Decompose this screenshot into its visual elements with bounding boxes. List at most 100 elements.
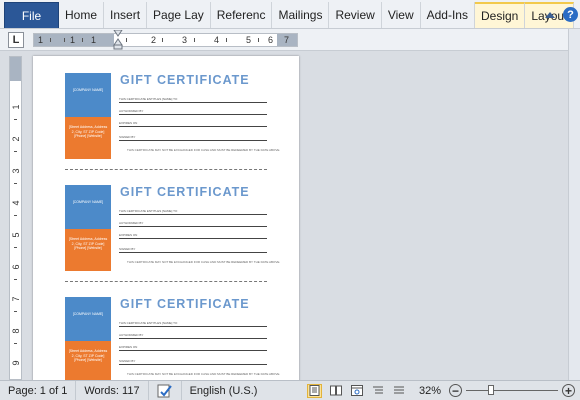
page-count[interactable]: Page: 1 of 1 bbox=[0, 380, 77, 400]
zoom-out-button[interactable]: − bbox=[449, 384, 462, 397]
ruler-tick bbox=[194, 38, 195, 42]
ruler-tick bbox=[14, 311, 17, 312]
vertical-ruler[interactable]: 1 2 3 4 5 6 7 8 9 bbox=[9, 56, 22, 380]
field-line bbox=[119, 238, 267, 239]
horizontal-ruler-bar: L 1 1 1 2 3 4 5 6 7 bbox=[0, 29, 580, 51]
ruler-number: 1 bbox=[38, 35, 44, 45]
word-count[interactable]: Words: 117 bbox=[76, 380, 149, 400]
ruler-tick bbox=[14, 247, 17, 248]
field-line bbox=[119, 338, 267, 339]
full-screen-reading-icon[interactable] bbox=[328, 384, 343, 398]
ruler-number: 8 bbox=[11, 328, 21, 334]
ruler-tick bbox=[14, 279, 17, 280]
tab-file[interactable]: File bbox=[4, 2, 59, 28]
zoom-in-button[interactable]: + bbox=[562, 384, 575, 397]
address-placeholder[interactable]: [Street Address, Address 2, City, ST ZIP… bbox=[68, 125, 108, 139]
proofing-icon[interactable] bbox=[149, 380, 182, 400]
ribbon-tab-bar: File Home Insert Page Lay Referenc Maili… bbox=[0, 0, 580, 29]
zoom-level[interactable]: 32% bbox=[419, 385, 449, 397]
outline-icon[interactable] bbox=[370, 384, 385, 398]
ruler-number: 4 bbox=[214, 35, 220, 45]
ruler-tick bbox=[226, 38, 227, 42]
tab-insert[interactable]: Insert bbox=[104, 2, 148, 28]
ruler-number: 7 bbox=[11, 296, 21, 302]
cut-line bbox=[65, 169, 267, 170]
tab-view[interactable]: View bbox=[382, 2, 421, 28]
ruler-number: 3 bbox=[182, 35, 188, 45]
field-label: EXPIRES ON bbox=[119, 345, 138, 349]
field-line bbox=[119, 102, 267, 103]
ruler-number: 7 bbox=[284, 35, 290, 45]
ruler-number: 6 bbox=[268, 35, 274, 45]
top-margin-area bbox=[10, 57, 21, 81]
company-name-placeholder[interactable]: [COMPANY NAME] bbox=[67, 312, 109, 316]
tab-home[interactable]: Home bbox=[59, 2, 105, 28]
company-block bbox=[65, 297, 111, 341]
certificate-title: GIFT CERTIFICATE bbox=[120, 297, 250, 311]
tab-review[interactable]: Review bbox=[329, 2, 382, 28]
ruler-tick bbox=[14, 215, 17, 216]
field-line bbox=[119, 126, 267, 127]
field-line bbox=[119, 114, 267, 115]
ruler-number: 1 bbox=[11, 104, 21, 110]
ruler-number: 9 bbox=[11, 360, 21, 366]
zoom-slider[interactable] bbox=[466, 385, 558, 395]
web-layout-icon[interactable] bbox=[349, 384, 364, 398]
ruler-tick bbox=[82, 38, 83, 42]
tab-page-layout[interactable]: Page Lay bbox=[147, 2, 211, 28]
ruler-tick bbox=[14, 183, 17, 184]
gift-certificate[interactable]: [COMPANY NAME] [Street Address, Address … bbox=[65, 297, 280, 380]
field-label: THIS CERTIFICATE ENTITLES [NAME] TO bbox=[119, 209, 178, 213]
print-layout-icon[interactable] bbox=[307, 383, 322, 398]
field-line bbox=[119, 350, 267, 351]
tab-mailings[interactable]: Mailings bbox=[272, 2, 330, 28]
gift-certificate[interactable]: [COMPANY NAME] [Street Address, Address … bbox=[65, 73, 280, 163]
gift-certificate[interactable]: [COMPANY NAME] [Street Address, Address … bbox=[65, 185, 280, 275]
certificate-title: GIFT CERTIFICATE bbox=[120, 185, 250, 199]
document-area[interactable]: [COMPANY NAME] [Street Address, Address … bbox=[23, 51, 568, 380]
ruler-tick bbox=[258, 38, 259, 42]
language-indicator[interactable]: English (U.S.) bbox=[182, 381, 266, 400]
address-placeholder[interactable]: [Street Address, Address 2, City, ST ZIP… bbox=[68, 237, 108, 251]
vertical-scrollbar[interactable] bbox=[568, 51, 580, 380]
horizontal-ruler[interactable]: 1 1 1 2 3 4 5 6 7 bbox=[33, 33, 298, 47]
tab-design[interactable]: Design bbox=[474, 2, 526, 28]
draft-icon[interactable] bbox=[391, 384, 406, 398]
company-block bbox=[65, 185, 111, 229]
company-name-placeholder[interactable]: [COMPANY NAME] bbox=[67, 200, 109, 204]
help-icon[interactable]: ? bbox=[563, 7, 578, 22]
indent-marker-icon[interactable] bbox=[113, 30, 123, 50]
ruler-tick bbox=[14, 343, 17, 344]
fine-print: THIS CERTIFICATE MAY NOT BE EXCHANGED FO… bbox=[127, 148, 281, 152]
tab-selector-button[interactable]: L bbox=[8, 32, 24, 48]
ruler-tick bbox=[64, 38, 65, 42]
fine-print: THIS CERTIFICATE MAY NOT BE EXCHANGED FO… bbox=[127, 372, 281, 376]
fine-print: THIS CERTIFICATE MAY NOT BE EXCHANGED FO… bbox=[127, 260, 281, 264]
field-label: EXPIRES ON bbox=[119, 121, 138, 125]
address-block: [Street Address, Address 2, City, ST ZIP… bbox=[65, 341, 111, 380]
company-block bbox=[65, 73, 111, 117]
company-name-placeholder[interactable]: [COMPANY NAME] bbox=[67, 88, 109, 92]
ruler-tick bbox=[14, 119, 17, 120]
ruler-scroll-track bbox=[568, 29, 580, 51]
ruler-number: 1 bbox=[91, 35, 97, 45]
tab-references[interactable]: Referenc bbox=[211, 2, 273, 28]
status-bar: Page: 1 of 1 Words: 117 English (U.S.) 3… bbox=[0, 380, 580, 400]
address-placeholder[interactable]: [Street Address, Address 2, City, ST ZIP… bbox=[68, 349, 108, 363]
field-label: SIGNED BY bbox=[119, 359, 136, 363]
collapse-ribbon-icon[interactable] bbox=[545, 11, 555, 18]
field-label: EXPIRES ON bbox=[119, 233, 138, 237]
zoom-slider-thumb[interactable] bbox=[488, 385, 494, 395]
ruler-number: 4 bbox=[11, 200, 21, 206]
field-label: THIS CERTIFICATE ENTITLES [NAME] TO bbox=[119, 321, 178, 325]
ribbon-controls: ? bbox=[545, 0, 580, 29]
tab-add-ins[interactable]: Add-Ins bbox=[421, 2, 475, 28]
field-label: SIGNED BY bbox=[119, 135, 136, 139]
ruler-number: 2 bbox=[151, 35, 157, 45]
field-label: AUTHORIZED BY bbox=[119, 221, 144, 225]
field-line bbox=[119, 140, 267, 141]
cut-line bbox=[65, 281, 267, 282]
ruler-tick bbox=[14, 151, 17, 152]
document-page[interactable]: [COMPANY NAME] [Street Address, Address … bbox=[33, 56, 299, 380]
field-line bbox=[119, 252, 267, 253]
